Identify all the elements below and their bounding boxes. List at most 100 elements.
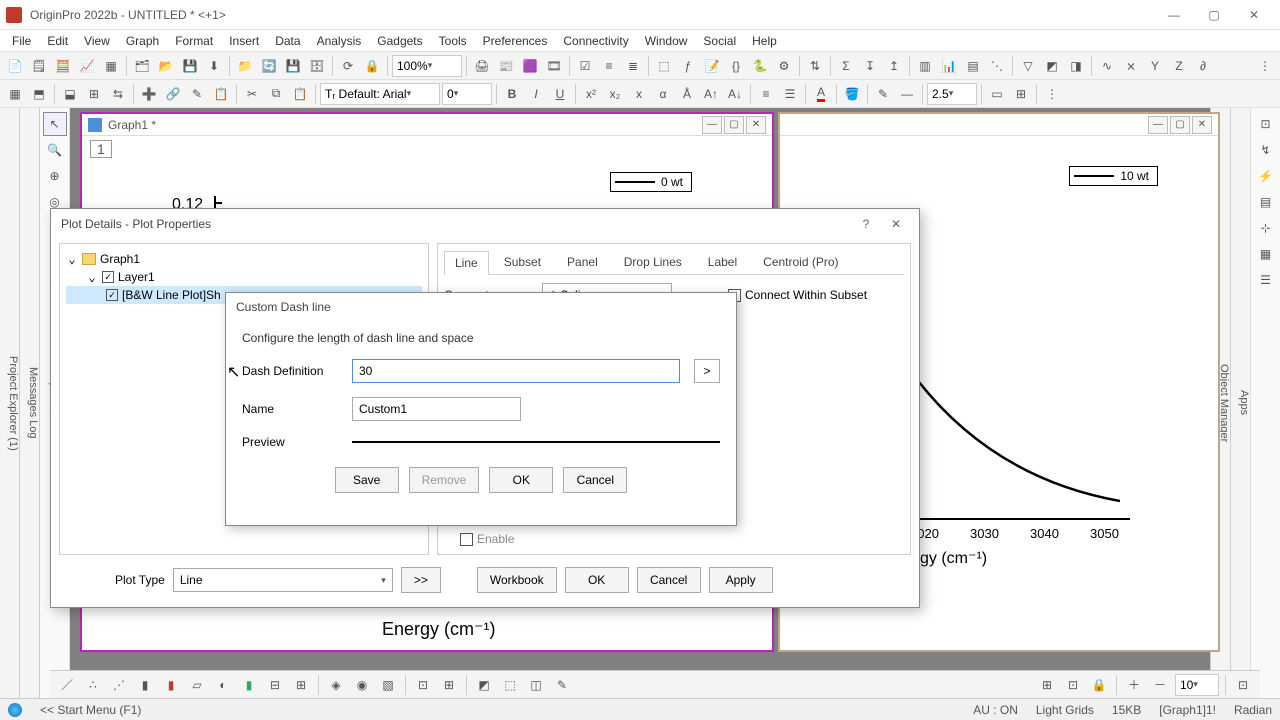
menu-insert[interactable]: Insert xyxy=(221,32,267,50)
menu-gadgets[interactable]: Gadgets xyxy=(369,32,430,50)
text-align-icon[interactable]: ≡ xyxy=(755,83,777,105)
lock-icon[interactable]: 🔒 xyxy=(361,55,383,77)
maximize-button[interactable]: ▢ xyxy=(1194,1,1234,29)
recalculate-icon[interactable]: ⟳ xyxy=(337,55,359,77)
new-function-icon[interactable]: ƒ xyxy=(677,55,699,77)
pd-cancel-button[interactable]: Cancel xyxy=(637,567,701,593)
grid-toggle-icon[interactable]: ⊞ xyxy=(1036,674,1058,696)
tree-layer1[interactable]: ⌄ ✓ Layer1 xyxy=(66,268,422,286)
status-grids[interactable]: Light Grids xyxy=(1036,703,1094,717)
desc-icon[interactable]: ↥ xyxy=(883,55,905,77)
enable-row[interactable]: Enable xyxy=(460,532,514,546)
windows-orb-icon[interactable] xyxy=(8,703,22,717)
cd-save-button[interactable]: Save xyxy=(335,467,399,493)
tree-graph1[interactable]: ⌄ Graph1 xyxy=(66,250,422,268)
pointer-tool-icon[interactable]: ↖ xyxy=(43,112,67,136)
filter-icon[interactable]: ▽ xyxy=(1017,55,1039,77)
font-size-combo[interactable]: 0▾ xyxy=(442,83,492,105)
menu-data[interactable]: Data xyxy=(267,32,308,50)
menu-social[interactable]: Social xyxy=(695,32,744,50)
scatter-plot-icon[interactable]: ∴ xyxy=(82,674,104,696)
deriv-icon[interactable]: ∂ xyxy=(1192,55,1214,77)
tab-subset[interactable]: Subset xyxy=(493,250,552,274)
grid-size-combo[interactable]: 10▾ xyxy=(1175,674,1219,696)
enable-checkbox[interactable] xyxy=(460,533,473,546)
fit-z-icon[interactable]: Z xyxy=(1168,55,1190,77)
table-icon[interactable]: ⊞ xyxy=(1010,83,1032,105)
zoom-in-icon[interactable]: ＋ xyxy=(1123,674,1145,696)
more2-icon[interactable]: ⋮ xyxy=(1041,83,1063,105)
paste-icon[interactable]: 📋 xyxy=(289,83,311,105)
font-name-combo[interactable]: Tᵣ Default: Arial▾ xyxy=(320,83,440,105)
cut-icon[interactable]: ✂ xyxy=(241,83,263,105)
project-explorer-tab[interactable]: Project Explorer (1) xyxy=(0,108,20,698)
collapse-icon[interactable]: ⌄ xyxy=(66,252,78,266)
border-icon[interactable]: ▭ xyxy=(986,83,1008,105)
gw1-maximize[interactable]: ▢ xyxy=(724,116,744,134)
box-plot-icon[interactable]: ⊟ xyxy=(264,674,286,696)
link-icon[interactable]: 🔗 xyxy=(162,83,184,105)
rescale-icon[interactable]: ⊡ xyxy=(1254,112,1278,136)
layer-mgr-icon[interactable]: ▤ xyxy=(1254,190,1278,214)
reader-tool-icon[interactable]: ⊕ xyxy=(43,164,67,188)
menu-tools[interactable]: Tools xyxy=(431,32,475,50)
copy-format-icon[interactable]: ✎ xyxy=(186,83,208,105)
gw2-minimize[interactable]: — xyxy=(1148,116,1168,134)
line-plot-icon[interactable]: ／ xyxy=(56,674,78,696)
draw-data-icon[interactable]: ✎ xyxy=(551,674,573,696)
zoom-combo[interactable]: 100%▾ xyxy=(392,55,462,77)
stack-plot-icon[interactable]: ▮ xyxy=(238,674,260,696)
cd-remove-button[interactable]: Remove xyxy=(409,467,480,493)
contour-icon[interactable]: ◉ xyxy=(351,674,373,696)
menu-view[interactable]: View xyxy=(76,32,118,50)
workbook-button[interactable]: Workbook xyxy=(477,567,557,593)
check-icon[interactable]: ☑ xyxy=(574,55,596,77)
hist-icon[interactable]: ▤ xyxy=(962,55,984,77)
cd-ok-button[interactable]: OK xyxy=(489,467,553,493)
name-input[interactable] xyxy=(352,397,521,421)
baseline-icon[interactable]: ⨯ xyxy=(1120,55,1142,77)
gw1-minimize[interactable]: — xyxy=(702,116,722,134)
line-spacing-icon[interactable]: ☰ xyxy=(779,83,801,105)
dash-def-input[interactable] xyxy=(352,359,680,383)
font-color-icon[interactable]: A xyxy=(810,83,832,105)
new-excel-icon[interactable]: 🧮 xyxy=(52,55,74,77)
grid-icon[interactable]: ▦ xyxy=(1254,242,1278,266)
new-matrix-icon[interactable]: ▦ xyxy=(100,55,122,77)
tab-panel[interactable]: Panel xyxy=(556,250,609,274)
save-project-icon[interactable]: 💾 xyxy=(282,55,304,77)
area-plot-icon[interactable]: ▱ xyxy=(186,674,208,696)
scatter-icon[interactable]: ⋱ xyxy=(986,55,1008,77)
mask-icon[interactable]: ◩ xyxy=(1041,55,1063,77)
menu-file[interactable]: File xyxy=(4,32,39,50)
dash-def-more-button[interactable]: > xyxy=(694,359,720,383)
increase-font-icon[interactable]: A↑ xyxy=(700,83,722,105)
bar-icon[interactable]: 📊 xyxy=(938,55,960,77)
print-icon[interactable]: 🖨 xyxy=(471,55,493,77)
plot-type-combo[interactable]: Line▾ xyxy=(173,568,393,592)
tab-centroid[interactable]: Centroid (Pro) xyxy=(752,250,849,274)
legend-icon[interactable]: ☰ xyxy=(1254,268,1278,292)
data-selector-icon[interactable]: ⇅ xyxy=(804,55,826,77)
template-icon[interactable]: ⊡ xyxy=(412,674,434,696)
new-layout-icon[interactable]: ⬚ xyxy=(653,55,675,77)
menu-edit[interactable]: Edit xyxy=(39,32,76,50)
left-align-icon[interactable]: ≡ xyxy=(598,55,620,77)
menu-format[interactable]: Format xyxy=(167,32,221,50)
linewidth-combo[interactable]: 2.5▾ xyxy=(927,83,977,105)
decrease-font-icon[interactable]: A↓ xyxy=(724,83,746,105)
legend-10wt[interactable]: 10 wt xyxy=(1069,166,1158,186)
greek-icon[interactable]: α xyxy=(652,83,674,105)
import-icon[interactable]: ⬇ xyxy=(203,55,225,77)
new-workbook-icon[interactable]: 🗒 xyxy=(28,55,50,77)
surface-icon[interactable]: ▧ xyxy=(377,674,399,696)
menu-graph[interactable]: Graph xyxy=(118,32,167,50)
plot-details-close[interactable]: ✕ xyxy=(883,213,909,235)
help-button[interactable]: ? xyxy=(853,213,879,235)
italic-icon[interactable]: I xyxy=(525,83,547,105)
superscript-icon[interactable]: x² xyxy=(580,83,602,105)
supersub-icon[interactable]: x xyxy=(628,83,650,105)
layer-icon[interactable]: ▦ xyxy=(4,83,26,105)
open-project-icon[interactable]: 📁 xyxy=(234,55,256,77)
hist2-icon[interactable]: ⊞ xyxy=(290,674,312,696)
